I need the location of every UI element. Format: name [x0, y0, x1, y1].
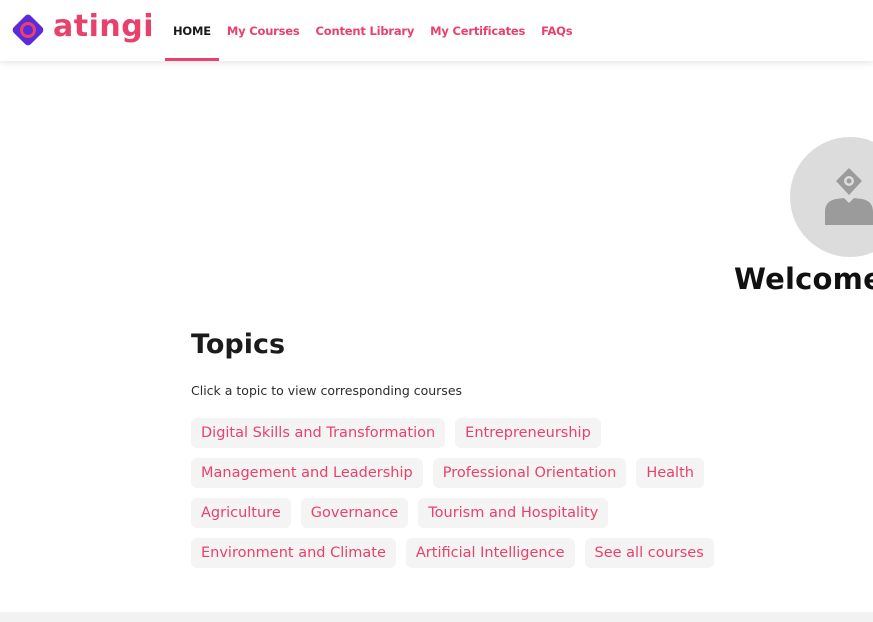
topic-chip-governance[interactable]: Governance — [300, 498, 409, 528]
logo-diamond-icon — [12, 14, 44, 46]
topic-chip-entrepreneurship[interactable]: Entrepreneurship — [455, 418, 601, 448]
topic-chip-agriculture[interactable]: Agriculture — [191, 498, 291, 528]
see-all-courses-button[interactable]: See all courses — [584, 538, 714, 568]
chip-row: Management and Leadership Professional O… — [191, 458, 751, 488]
topic-chip-ai[interactable]: Artificial Intelligence — [405, 538, 575, 568]
topics-subtitle: Click a topic to view corresponding cour… — [191, 383, 463, 398]
topic-chip-management[interactable]: Management and Leadership — [191, 458, 423, 488]
chip-row: Digital Skills and Transformation Entrep… — [191, 418, 751, 448]
nav-content-library[interactable]: Content Library — [308, 0, 423, 61]
nav-home[interactable]: HOME — [165, 0, 219, 61]
top-header: atingi HOME My Courses Content Library M… — [0, 0, 873, 61]
nav-my-courses[interactable]: My Courses — [219, 0, 308, 61]
atingi-logo[interactable]: atingi — [11, 9, 154, 47]
topic-chip-environment[interactable]: Environment and Climate — [191, 538, 396, 568]
topic-chip-health[interactable]: Health — [636, 458, 704, 488]
nav-my-certificates[interactable]: My Certificates — [422, 0, 533, 61]
nav-faqs[interactable]: FAQs — [533, 0, 580, 61]
chip-row: Environment and Climate Artificial Intel… — [191, 538, 751, 568]
main-nav: HOME My Courses Content Library My Certi… — [165, 0, 580, 61]
topic-chip-digital-skills[interactable]: Digital Skills and Transformation — [191, 418, 446, 448]
topic-chip-professional-orientation[interactable]: Professional Orientation — [432, 458, 627, 488]
chip-row: Agriculture Governance Tourism and Hospi… — [191, 498, 751, 528]
logo-wordmark: atingi — [53, 9, 154, 44]
welcome-heading: Welcome, — [734, 262, 873, 296]
page-footer-strip — [0, 612, 873, 622]
topic-chips: Digital Skills and Transformation Entrep… — [191, 418, 751, 578]
topics-title: Topics — [191, 329, 286, 360]
topic-chip-tourism[interactable]: Tourism and Hospitality — [418, 498, 609, 528]
